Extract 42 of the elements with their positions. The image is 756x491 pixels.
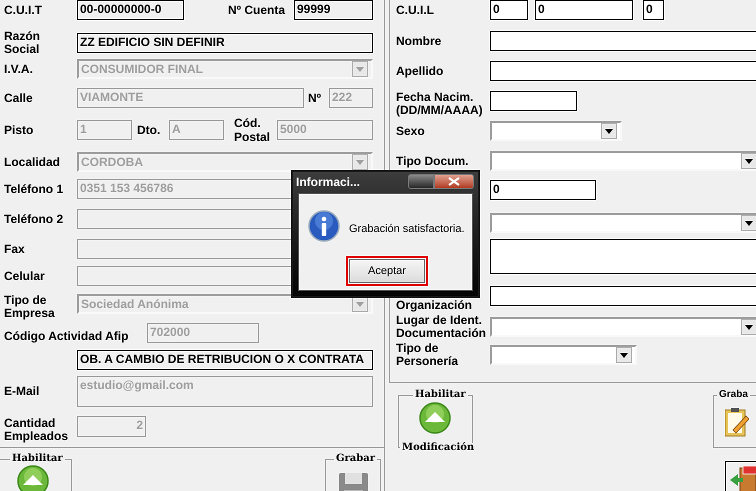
group-label: Modificación <box>400 443 476 453</box>
text-field[interactable]: 0 <box>535 0 633 20</box>
field-label: Localidad <box>4 156 62 168</box>
field-label: Apellido <box>396 64 444 78</box>
group-label: Graba <box>717 390 750 400</box>
text-field[interactable]: OB. A CAMBIO DE RETRIBUCION O X CONTRATA <box>77 350 373 370</box>
group-label: Habilitar <box>413 390 468 400</box>
field-label: Pisto <box>4 124 34 136</box>
field-label: Organización <box>396 299 474 312</box>
text-field[interactable]: 0 <box>490 0 528 20</box>
text-field[interactable]: 0 <box>490 180 596 200</box>
field-label: C.U.I.L <box>396 4 435 16</box>
field-label: I.V.A. <box>4 62 34 76</box>
field-label: Fax <box>4 242 26 256</box>
field-label: E-Mail <box>4 385 40 398</box>
message-text: Grabación satisfactoria. <box>349 222 465 237</box>
field-label: Celular <box>4 270 46 282</box>
ok-button[interactable]: Aceptar <box>349 259 425 283</box>
field-label: Dto. <box>136 124 162 136</box>
field-label: Cód. Postal <box>233 116 272 144</box>
field-label: Razón Social <box>4 30 41 56</box>
field-label: Nº Cuenta <box>228 4 286 16</box>
field-label: Teléfono 1 <box>4 182 64 196</box>
field-label: Cantidad Empleados <box>4 416 70 442</box>
field-label: Sexo <box>396 124 426 138</box>
field-label: Nombre <box>396 34 442 48</box>
field-label: Calle <box>4 92 34 104</box>
field-label: Tipo Docum. <box>396 154 470 168</box>
text-field[interactable]: ZZ EDIFICIO SIN DEFINIR <box>77 32 373 52</box>
field-label: Fecha Nacim. (DD/MM/AAAA) <box>396 91 484 117</box>
field-label: Tipo de Personería <box>396 342 460 368</box>
text-field[interactable]: 00-00000000-0 <box>77 0 184 20</box>
text-field[interactable]: 0 <box>643 0 664 20</box>
field-label: Código Actividad Afip <box>4 330 130 343</box>
text-field[interactable]: 99999 <box>294 0 373 20</box>
group-label: Grabar <box>334 454 378 464</box>
field-label: Teléfono 2 <box>4 212 64 226</box>
group-label: Habilitar <box>10 454 65 464</box>
field-label: Lugar de Ident. Documentación <box>396 314 488 340</box>
field-label: Tipo de Empresa <box>4 294 56 320</box>
field-label: Nº <box>307 92 322 104</box>
field-label: C.U.I.T <box>4 4 43 16</box>
